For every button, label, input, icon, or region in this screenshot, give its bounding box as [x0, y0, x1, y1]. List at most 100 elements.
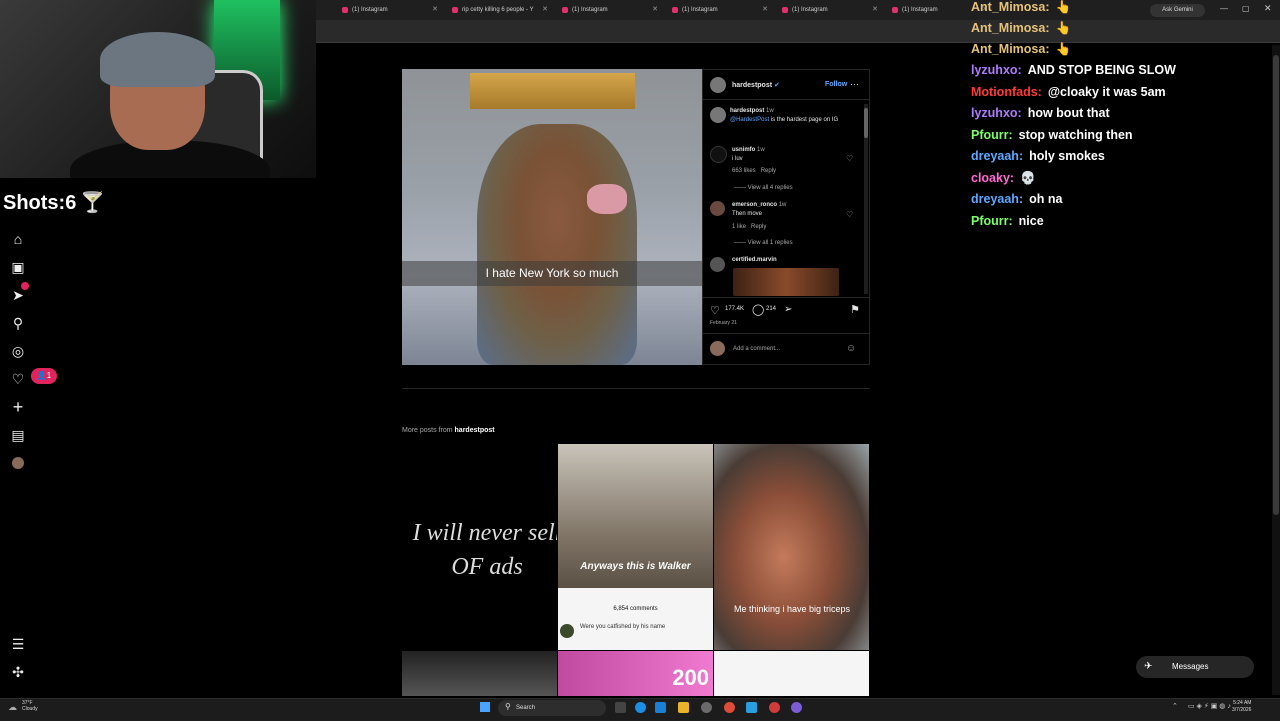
grid-post-text: Me thinking i have big triceps — [733, 604, 851, 614]
profile-avatar[interactable] — [12, 457, 24, 469]
comment-user[interactable]: usnimfo — [732, 147, 755, 153]
comment-count[interactable]: 214 — [766, 306, 776, 312]
more-posts-user[interactable]: hardestpost — [455, 427, 495, 434]
heart-icon[interactable]: ♡ — [9, 370, 27, 388]
chat-username[interactable]: cloaky: — [971, 171, 1014, 185]
page-scroll-thumb[interactable] — [1273, 55, 1279, 515]
search-icon[interactable]: ⚲ — [9, 314, 27, 332]
taskbar-search[interactable]: Search — [498, 700, 606, 716]
telegram-icon[interactable] — [746, 702, 757, 713]
reels-icon[interactable]: ▣ — [9, 258, 27, 276]
chat-username[interactable]: Pfourr: — [971, 214, 1013, 228]
comments-scroll-thumb[interactable] — [864, 108, 868, 138]
minimize-icon[interactable]: — — [1220, 4, 1228, 13]
grid-post[interactable] — [714, 651, 869, 696]
tray-icons[interactable]: ▭ ◈ ⚡ ▣ ◍ ♪ — [1188, 702, 1231, 710]
grid-post[interactable]: 200 — [558, 651, 713, 696]
chat-text: 👆 — [1055, 42, 1072, 56]
comment-user[interactable]: emerson_ronco — [732, 202, 777, 208]
comment-text: Then move — [732, 211, 763, 217]
weather-widget[interactable]: 37°F Cloudy — [22, 700, 38, 712]
explore-icon[interactable]: ◎ — [9, 342, 27, 360]
maximize-icon[interactable]: ▢ — [1242, 4, 1250, 13]
ask-gemini-button[interactable]: Ask Gemini — [1150, 4, 1205, 17]
reply-button[interactable]: Reply — [761, 168, 776, 174]
edge-icon[interactable] — [635, 702, 646, 713]
post-author-avatar[interactable] — [710, 77, 726, 93]
chat-username[interactable]: Motionfads: — [971, 85, 1042, 99]
grid-post[interactable]: Anyways this is Walker 6,854 comments We… — [558, 444, 713, 650]
emoji-icon[interactable]: ☺ — [846, 343, 856, 354]
send-icon[interactable]: ➤ — [9, 282, 29, 304]
search-icon: ⚲ — [505, 702, 511, 711]
discord-icon[interactable] — [791, 702, 802, 713]
settings-icon[interactable] — [701, 702, 712, 713]
like-count[interactable]: 177.4K — [725, 306, 744, 312]
more-options-icon[interactable]: ··· — [850, 79, 859, 89]
create-icon[interactable]: + — [9, 398, 27, 416]
like-icon[interactable]: ♡ — [710, 304, 720, 317]
comment-avatar[interactable] — [710, 257, 725, 272]
post-image[interactable] — [402, 69, 702, 365]
chat-username[interactable]: Ant_Mimosa: — [971, 21, 1049, 35]
chat-username[interactable]: dreyaah: — [971, 192, 1023, 206]
browser-tab[interactable]: (1) Instagram ✕ — [780, 2, 880, 18]
comment-avatar[interactable] — [710, 146, 727, 163]
comment-icon[interactable]: ◯ — [752, 303, 764, 316]
comment-user[interactable]: certified.marvin — [732, 257, 777, 263]
dashboard-icon[interactable]: ▤ — [9, 426, 27, 444]
grid-post[interactable]: I will never sell OF ads — [402, 444, 557, 650]
browser-tab[interactable]: (1) Instagram ✕ — [340, 2, 440, 18]
messages-button[interactable]: Messages — [1136, 656, 1254, 678]
caption-avatar[interactable] — [710, 107, 726, 123]
close-icon[interactable]: ✕ — [762, 2, 768, 18]
browser-tab[interactable]: (1) Instagram ✕ — [670, 2, 770, 18]
tray-chevron-icon[interactable]: ⌃ — [1172, 702, 1178, 710]
heart-icon[interactable]: ♡ — [846, 210, 853, 219]
chat-username[interactable]: Ant_Mimosa: — [971, 0, 1049, 14]
obs-icon[interactable] — [769, 702, 780, 713]
task-view-icon[interactable] — [615, 702, 626, 713]
comment-likes[interactable]: 1 like — [732, 224, 746, 230]
browser-tab[interactable]: (1) Instagram ✕ — [560, 2, 660, 18]
folder-icon[interactable] — [678, 702, 689, 713]
close-icon[interactable]: ✕ — [652, 2, 658, 18]
home-icon[interactable]: ⌂ — [9, 230, 27, 248]
address-bar[interactable] — [316, 20, 1280, 43]
comment-image[interactable] — [733, 268, 839, 296]
chat-text: how bout that — [1027, 106, 1110, 120]
post-author-name[interactable]: hardestpost ✔ — [732, 81, 780, 89]
chrome-icon[interactable] — [724, 702, 735, 713]
heart-icon[interactable]: ♡ — [846, 154, 853, 163]
view-replies-button[interactable]: —— View all 4 replies — [734, 185, 793, 191]
follow-button[interactable]: Follow — [825, 81, 847, 88]
share-icon[interactable]: ➢ — [784, 304, 792, 315]
reply-button[interactable]: Reply — [751, 224, 766, 230]
chat-username[interactable]: Ant_Mimosa: — [971, 42, 1049, 56]
bookmark-icon[interactable]: ⚑ — [850, 303, 860, 316]
chat-username[interactable]: Pfourr: — [971, 128, 1013, 142]
browser-tab[interactable]: rip cetty killing 6 people - Y ✕ — [450, 2, 550, 18]
grid-post[interactable]: Me thinking i have big triceps — [714, 444, 869, 650]
close-icon[interactable]: ✕ — [432, 2, 438, 18]
close-icon[interactable]: ✕ — [872, 2, 878, 18]
notification-badge[interactable]: 👤1 — [31, 368, 57, 384]
threads-icon[interactable]: ✣ — [9, 663, 27, 681]
store-icon[interactable] — [655, 702, 666, 713]
taskbar-clock[interactable]: 5:24 AM 3/7/2026 — [1232, 700, 1251, 714]
windows-start-icon[interactable] — [480, 702, 490, 712]
caption-user[interactable]: hardestpost — [730, 108, 764, 114]
grid-post[interactable] — [402, 651, 557, 696]
close-icon[interactable]: ✕ — [542, 2, 548, 18]
caption-mention[interactable]: @HardestPost — [730, 117, 769, 123]
add-comment-input[interactable]: Add a comment... — [733, 346, 780, 352]
chat-message: Pfourr: stop watching then — [971, 128, 1133, 142]
comment-likes[interactable]: 663 likes — [732, 168, 756, 174]
chat-username[interactable]: dreyaah: — [971, 149, 1023, 163]
chat-username[interactable]: lyzuhxo: — [971, 106, 1022, 120]
close-window-icon[interactable]: ✕ — [1264, 3, 1272, 14]
comment-avatar[interactable] — [710, 201, 725, 216]
view-replies-button[interactable]: —— View all 1 replies — [734, 240, 793, 246]
menu-icon[interactable]: ☰ — [9, 635, 27, 653]
chat-username[interactable]: lyzuhxo: — [971, 63, 1022, 77]
